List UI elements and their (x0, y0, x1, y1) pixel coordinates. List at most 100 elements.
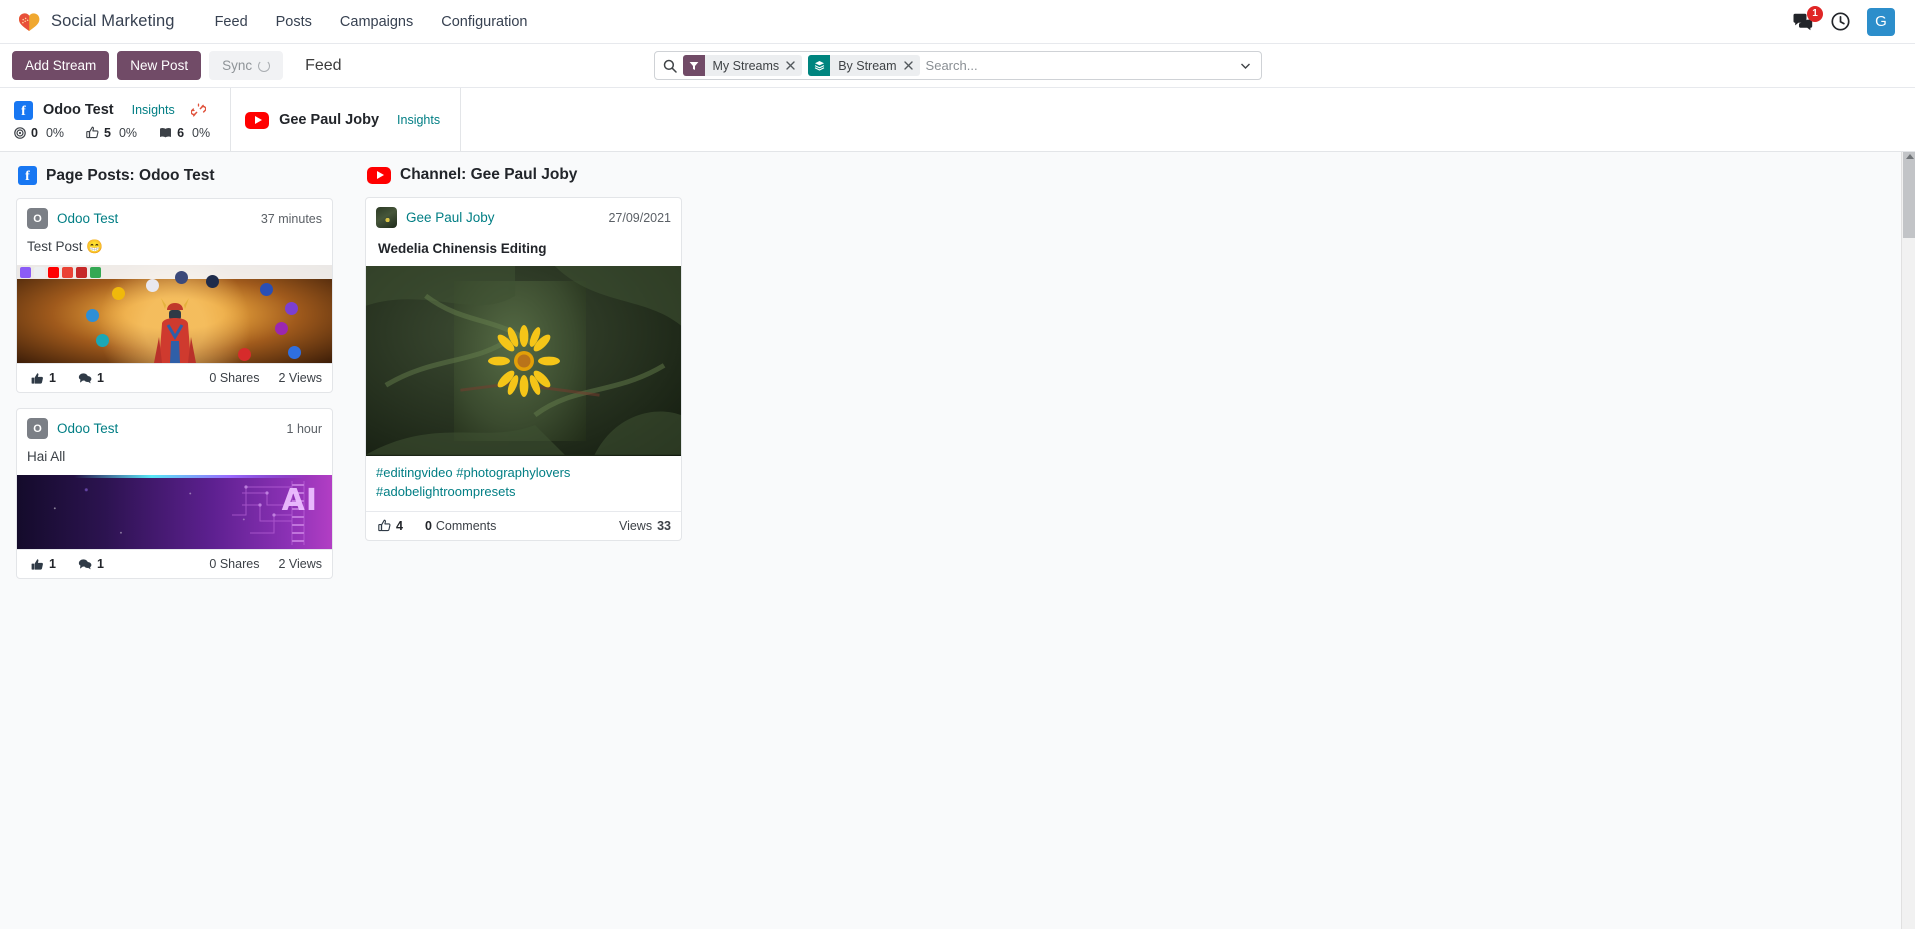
insights-link[interactable]: Insights (132, 103, 175, 117)
vertical-scrollbar[interactable] (1901, 152, 1915, 929)
facet-label: My Streams (712, 58, 780, 73)
avatar: O (27, 418, 48, 440)
story-icon (160, 127, 172, 137)
top-navbar: Social Marketing Feed Posts Campaigns Co… (0, 0, 1915, 44)
search-icon (663, 59, 677, 73)
stream-header: f Page Posts: Odoo Test (16, 166, 333, 185)
post-footer-right: Views 33 (619, 519, 671, 533)
account-name: Gee Paul Joby (279, 112, 380, 128)
account-header: Gee Paul Joby Insights (245, 111, 440, 129)
close-icon[interactable] (786, 61, 802, 70)
streams-area: f Page Posts: Odoo Test O Odoo Test 37 m… (0, 152, 1915, 929)
youtube-icon (245, 111, 270, 129)
stat-percent: 0% (192, 125, 211, 140)
stream-column-facebook: f Page Posts: Odoo Test O Odoo Test 37 m… (0, 166, 349, 594)
video-title: Wedelia Chinensis Editing (378, 241, 547, 256)
accounts-bar-filler (461, 88, 1915, 151)
menu-item-feed[interactable]: Feed (201, 3, 262, 41)
stat-stories: 6 0% (159, 126, 210, 140)
stat-value: 0 (31, 125, 38, 140)
account-stats: 0 0% 5 0% 6 0% (14, 126, 210, 140)
thumbs-up-icon (378, 519, 391, 532)
search-input[interactable] (925, 52, 1235, 79)
post-comments[interactable]: 1 (78, 371, 104, 385)
likes-count: 1 (49, 371, 56, 386)
thumbs-up-icon (86, 126, 99, 139)
messages-badge: 1 (1807, 5, 1823, 22)
add-stream-button[interactable]: Add Stream (12, 51, 110, 80)
post-timestamp: 1 hour (286, 421, 322, 436)
post-header: O Odoo Test 1 hour (17, 409, 332, 445)
post-card[interactable]: Gee Paul Joby 27/09/2021 Wedelia Chinens… (365, 197, 682, 541)
post-message: Test Post 😁 (27, 239, 104, 254)
chevron-up-icon (1906, 154, 1914, 159)
post-footer: 1 1 0 Shares 2 Views (17, 363, 332, 392)
post-header: Gee Paul Joby 27/09/2021 (366, 198, 681, 234)
post-author[interactable]: Odoo Test (57, 211, 118, 226)
chevron-down-icon[interactable] (1235, 52, 1257, 79)
brand-block[interactable]: Social Marketing (18, 12, 175, 32)
comments-count: 0 (424, 518, 432, 533)
messages-icon[interactable]: 1 (1792, 5, 1823, 31)
post-timestamp: 37 minutes (260, 211, 322, 226)
post-header: O Odoo Test 37 minutes (17, 199, 332, 235)
user-avatar[interactable]: G (1867, 7, 1895, 36)
broken-link-icon[interactable] (190, 103, 206, 118)
post-comments[interactable]: 1 (78, 557, 104, 571)
post-views: 2 Views (278, 557, 322, 572)
account-name: Odoo Test (43, 102, 114, 118)
sync-label: Sync (222, 58, 253, 73)
stat-engagement: 0 0% (14, 126, 64, 140)
account-card-facebook[interactable]: f Odoo Test Insights 0 0% 5 0% 6 0% (0, 88, 232, 151)
stat-value: 6 (177, 125, 185, 140)
avatar: O (27, 208, 48, 229)
close-icon[interactable] (903, 61, 920, 70)
comments-count: 1 (96, 371, 104, 386)
menu-item-campaigns[interactable]: Campaigns (326, 3, 427, 41)
post-footer: 4 0 Comments Views 33 (366, 510, 681, 540)
filter-icon (682, 55, 705, 76)
sync-button[interactable]: Sync (209, 51, 284, 80)
post-footer-right: 0 Shares 2 Views (209, 557, 322, 571)
post-likes[interactable]: 1 (31, 371, 56, 385)
post-footer: 1 1 0 Shares 2 Views (17, 549, 332, 578)
control-panel-buttons: Add Stream New Post Sync Feed (12, 51, 342, 80)
post-author[interactable]: Gee Paul Joby (406, 210, 495, 225)
likes-count: 4 (396, 518, 403, 533)
post-shares: 0 Shares (209, 557, 260, 572)
account-card-youtube[interactable]: Gee Paul Joby Insights (231, 88, 462, 151)
post-card[interactable]: O Odoo Test 37 minutes Test Post 😁 1 1 0… (16, 198, 333, 394)
clock-icon[interactable] (1831, 12, 1850, 31)
post-likes[interactable]: 1 (31, 557, 56, 571)
post-card[interactable]: O Odoo Test 1 hour Hai All AI 1 1 0 Shar… (16, 408, 333, 580)
post-image-ai-circuit[interactable]: AI (17, 475, 332, 550)
stream-title: Channel: Gee Paul Joby (400, 166, 578, 183)
search-view[interactable]: My Streams By Stream (653, 51, 1262, 80)
post-comments[interactable]: 0 Comments (425, 519, 496, 533)
search-facet-by-stream[interactable]: By Stream (808, 55, 920, 76)
streams-columns: f Page Posts: Odoo Test O Odoo Test 37 m… (0, 152, 1915, 594)
post-likes[interactable]: 4 (378, 519, 403, 533)
post-timestamp: 27/09/2021 (608, 210, 671, 225)
comment-icon (78, 373, 92, 384)
menu-item-configuration[interactable]: Configuration (427, 3, 541, 41)
search-facet-my-streams[interactable]: My Streams (682, 55, 803, 76)
post-author[interactable]: Odoo Test (57, 421, 118, 436)
stream-column-youtube: Channel: Gee Paul Joby Gee Paul Joby 27/… (349, 166, 698, 556)
new-post-button[interactable]: New Post (117, 51, 202, 80)
stat-value: 5 (104, 125, 111, 140)
heart-logo-icon (18, 12, 40, 32)
ai-label: AI (281, 483, 318, 519)
thumbs-up-icon (31, 372, 43, 384)
menu-item-posts[interactable]: Posts (262, 3, 326, 41)
insights-link[interactable]: Insights (397, 113, 440, 127)
stream-title: Page Posts: Odoo Test (46, 166, 215, 184)
video-hashtags[interactable]: #editingvideo #photographylovers #adobel… (366, 456, 681, 511)
avatar (376, 207, 397, 228)
post-image-samurai[interactable] (17, 265, 332, 364)
video-thumbnail[interactable] (366, 266, 681, 456)
control-panel: Add Stream New Post Sync Feed My Streams (0, 44, 1915, 88)
account-header: f Odoo Test Insights (14, 100, 210, 120)
scrollbar-thumb[interactable] (1903, 152, 1915, 238)
youtube-icon (367, 166, 391, 184)
